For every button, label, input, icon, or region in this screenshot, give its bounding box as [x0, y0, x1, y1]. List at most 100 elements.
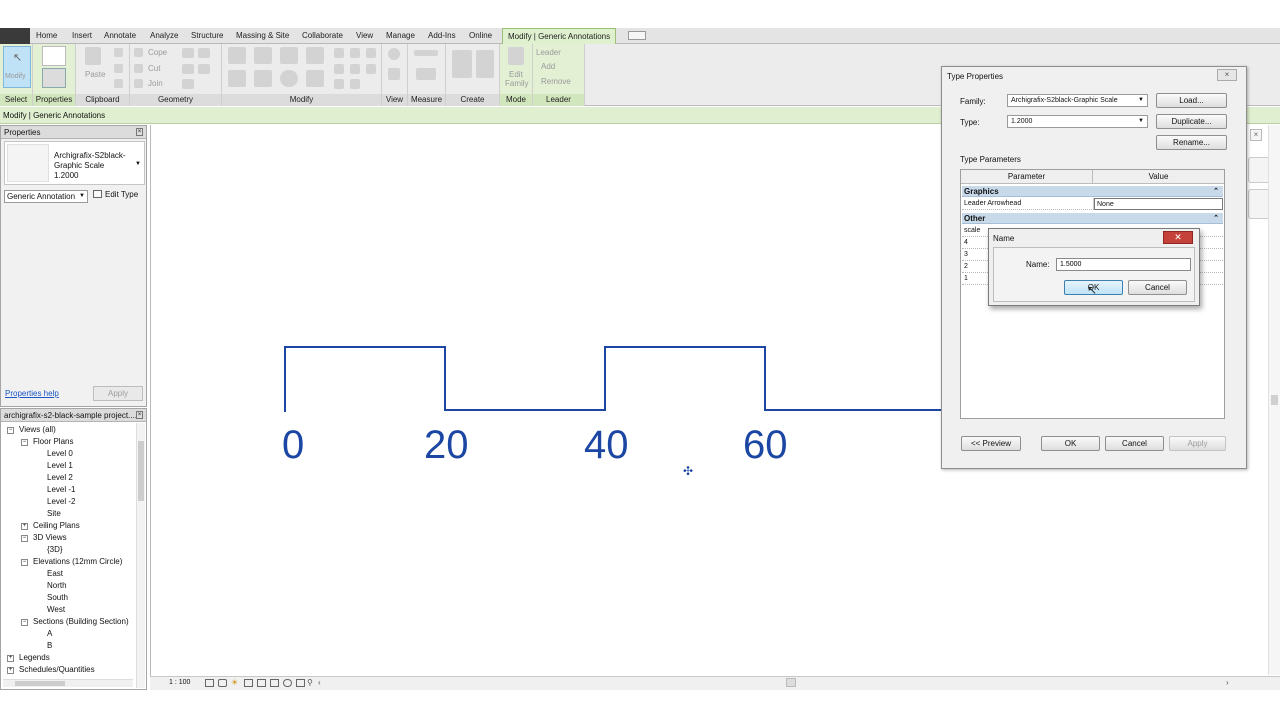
wall-joins-icon[interactable] — [182, 64, 194, 74]
tree-item[interactable]: West — [47, 605, 65, 614]
category-filter-dropdown[interactable]: Generic Annotation ▼ — [4, 190, 88, 203]
type-properties-icon[interactable] — [42, 46, 66, 66]
paste-icon[interactable] — [85, 47, 101, 65]
family-dropdown[interactable]: Archigrafix-S2black-Graphic Scale ▼ — [1007, 94, 1148, 107]
delete-icon[interactable] — [366, 48, 376, 58]
expand-icon[interactable]: + — [7, 667, 14, 674]
copy-modify-icon[interactable] — [254, 70, 272, 87]
tab-view[interactable]: View — [356, 31, 373, 40]
value-leader-arrowhead[interactable]: None — [1094, 198, 1223, 210]
pin-icon[interactable] — [350, 48, 360, 58]
tab-online[interactable]: Online — [469, 31, 492, 40]
chevron-right-icon[interactable]: › — [1226, 678, 1229, 687]
remove-paint-icon[interactable] — [182, 79, 194, 89]
add-leader-label[interactable]: Add — [541, 62, 555, 71]
name-input[interactable] — [1056, 258, 1191, 271]
match-properties-icon[interactable] — [114, 79, 123, 88]
tab-collaborate[interactable]: Collaborate — [302, 31, 343, 40]
edit-family-icon[interactable] — [508, 47, 524, 65]
application-menu-button[interactable] — [0, 28, 30, 44]
mirror-axis-icon[interactable] — [280, 47, 298, 64]
type-selector[interactable]: Archigrafix-S2black-Graphic Scale 1.2000… — [4, 141, 145, 185]
tree-item[interactable]: {3D} — [47, 545, 63, 554]
close-icon[interactable]: × — [1217, 69, 1237, 81]
properties-help-link[interactable]: Properties help — [5, 389, 59, 398]
tab-annotate[interactable]: Annotate — [104, 31, 136, 40]
group-graphics[interactable]: Graphics ⌃ — [962, 186, 1223, 197]
rename-button[interactable]: Rename... — [1156, 135, 1227, 150]
scrollbar-thumb[interactable] — [1271, 395, 1278, 405]
create-parts-icon[interactable] — [476, 50, 494, 78]
table-row[interactable]: Leader Arrowhead None — [962, 198, 1223, 210]
group-other[interactable]: Other ⌃ — [962, 213, 1223, 224]
leader-label[interactable]: Leader — [536, 48, 561, 57]
graphic-scale-line[interactable] — [284, 346, 945, 412]
close-icon[interactable]: × — [1250, 129, 1262, 141]
shadows-icon[interactable] — [244, 679, 253, 687]
type-dropdown[interactable]: 1.2000 ▼ — [1007, 115, 1148, 128]
tree-item[interactable]: B — [47, 641, 52, 650]
array-icon[interactable] — [334, 64, 344, 74]
collapse-icon[interactable]: − — [21, 619, 28, 626]
canvas-vertical-scrollbar[interactable] — [1268, 125, 1280, 675]
tree-item[interactable]: Level -2 — [47, 497, 75, 506]
tree-item[interactable]: Elevations (12mm Circle) — [33, 557, 122, 566]
create-assembly-icon[interactable] — [452, 50, 472, 78]
tab-analyze[interactable]: Analyze — [150, 31, 178, 40]
expand-icon[interactable]: + — [21, 523, 28, 530]
browser-horizontal-scrollbar[interactable] — [3, 679, 133, 687]
tree-item[interactable]: Schedules/Quantities — [19, 665, 95, 674]
cut-geometry-icon[interactable] — [134, 64, 143, 73]
type-properties-apply-button[interactable]: Apply — [1169, 436, 1226, 451]
tree-item[interactable]: North — [47, 581, 67, 590]
load-button[interactable]: Load... — [1156, 93, 1227, 108]
rotate-icon[interactable] — [280, 70, 298, 87]
tree-item[interactable]: A — [47, 629, 52, 638]
tree-item[interactable]: Level 2 — [47, 473, 73, 482]
crop-view-icon[interactable] — [257, 679, 266, 687]
collapse-icon[interactable]: − — [21, 535, 28, 542]
tab-home[interactable]: Home — [36, 31, 57, 40]
tree-item[interactable]: Sections (Building Section) — [33, 617, 129, 626]
move-icon[interactable] — [228, 70, 246, 87]
tree-item[interactable]: Floor Plans — [33, 437, 73, 446]
browser-scrollbar[interactable] — [136, 423, 145, 688]
expand-icon[interactable]: + — [7, 655, 14, 662]
edit-type-button[interactable]: Edit Type — [93, 190, 138, 199]
duplicate-button[interactable]: Duplicate... — [1156, 114, 1227, 129]
cut-icon[interactable] — [114, 48, 123, 57]
cope-icon[interactable] — [134, 48, 143, 57]
trim-extend-icon[interactable] — [306, 70, 324, 87]
visual-style-icon[interactable] — [218, 679, 227, 687]
tree-item[interactable]: Level 0 — [47, 449, 73, 458]
type-properties-cancel-button[interactable]: Cancel — [1105, 436, 1164, 451]
close-icon[interactable]: × — [136, 128, 143, 136]
scrollbar-thumb[interactable] — [138, 441, 144, 501]
tab-structure[interactable]: Structure — [191, 31, 223, 40]
close-icon[interactable]: ✕ — [1163, 231, 1193, 244]
analytical-model-icon[interactable]: ⚲ — [307, 678, 313, 687]
tree-item[interactable]: Legends — [19, 653, 50, 662]
properties-apply-button[interactable]: Apply — [93, 386, 143, 401]
join-icon[interactable] — [134, 79, 143, 88]
offset-icon[interactable] — [254, 47, 272, 64]
copy-icon[interactable] — [114, 64, 123, 73]
paint-icon[interactable] — [198, 48, 210, 58]
mirror-draw-icon[interactable] — [306, 47, 324, 64]
demolish-icon[interactable] — [198, 64, 210, 74]
remove-leader-label[interactable]: Remove — [541, 77, 571, 86]
collapse-icon[interactable]: ⌃ — [1213, 213, 1219, 224]
ribbon-minimize-icon[interactable] — [628, 31, 646, 40]
scale-icon[interactable] — [350, 64, 360, 74]
view-scale[interactable]: 1 : 100 — [169, 679, 190, 686]
type-properties-ok-button[interactable]: OK — [1041, 436, 1100, 451]
sun-path-icon[interactable]: ☀ — [231, 678, 238, 687]
tree-item[interactable]: Level -1 — [47, 485, 75, 494]
override-graphics-icon[interactable] — [388, 68, 400, 80]
collapse-icon[interactable]: ⌃ — [1213, 186, 1219, 197]
tab-insert[interactable]: Insert — [72, 31, 92, 40]
trim-icon[interactable] — [334, 79, 344, 89]
horizontal-scrollbar-thumb[interactable] — [786, 678, 796, 687]
tree-item[interactable]: Site — [47, 509, 61, 518]
temporary-hide-icon[interactable] — [283, 679, 292, 687]
